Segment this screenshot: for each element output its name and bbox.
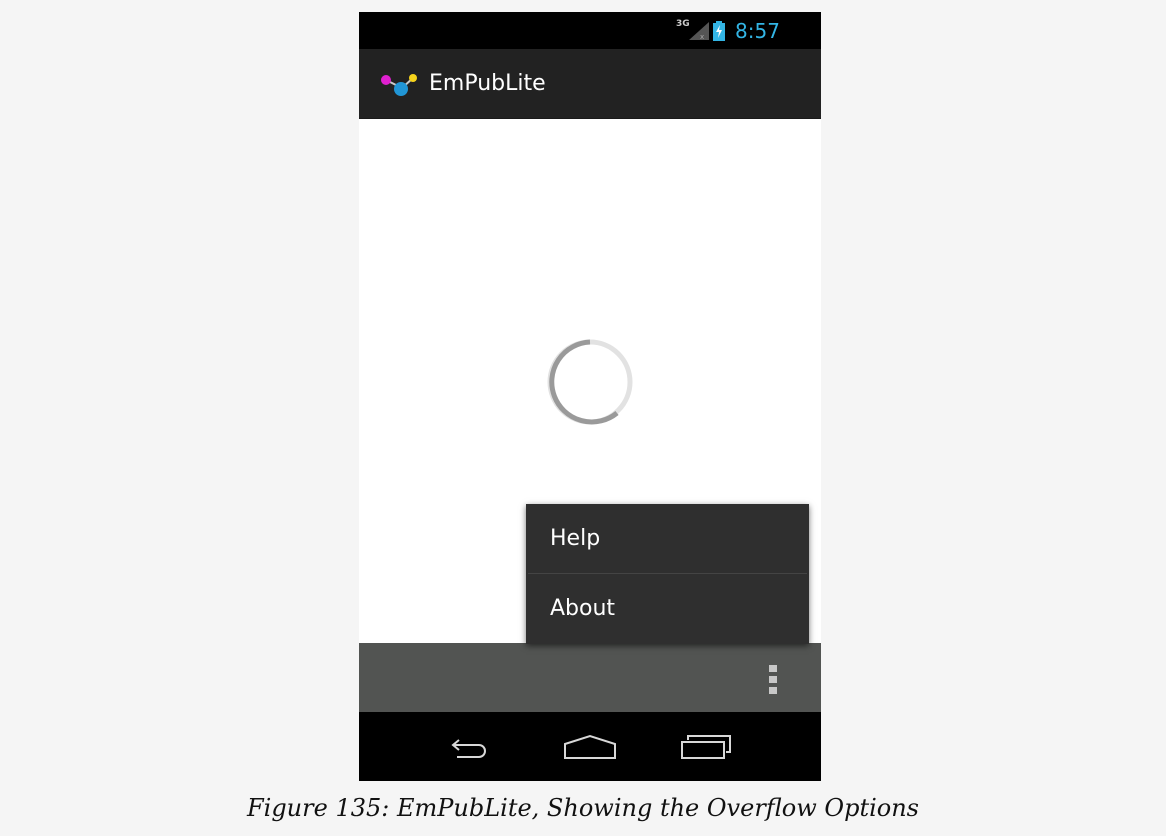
- back-icon[interactable]: [449, 734, 495, 764]
- battery-icon: [713, 21, 725, 45]
- menu-item-label: About: [550, 596, 616, 621]
- network-type-label: 3G: [676, 19, 690, 29]
- status-clock: 8:57: [735, 19, 780, 43]
- overflow-dots-icon[interactable]: [767, 665, 779, 699]
- figure-caption: Figure 135: EmPubLite, Showing the Overf…: [246, 794, 919, 822]
- split-action-bar: [359, 643, 821, 712]
- menu-item-help[interactable]: Help: [526, 504, 809, 573]
- home-icon[interactable]: [562, 734, 618, 764]
- menu-item-about[interactable]: About: [526, 574, 809, 643]
- menu-item-label: Help: [550, 526, 601, 551]
- action-bar: EmPubLite: [359, 49, 821, 120]
- overflow-menu: Help About: [526, 504, 809, 644]
- app-title: EmPubLite: [429, 71, 546, 96]
- recents-icon[interactable]: [680, 734, 732, 764]
- navigation-bar: [359, 712, 821, 781]
- signal-icon: x: [689, 22, 709, 44]
- status-bar: 3G x 8:57: [359, 12, 821, 49]
- svg-text:x: x: [700, 33, 704, 40]
- loading-spinner-icon: [545, 337, 635, 431]
- phone-screen: 3G x 8:57 EmPubLite Help About: [359, 12, 821, 781]
- app-logo-icon[interactable]: [380, 72, 418, 104]
